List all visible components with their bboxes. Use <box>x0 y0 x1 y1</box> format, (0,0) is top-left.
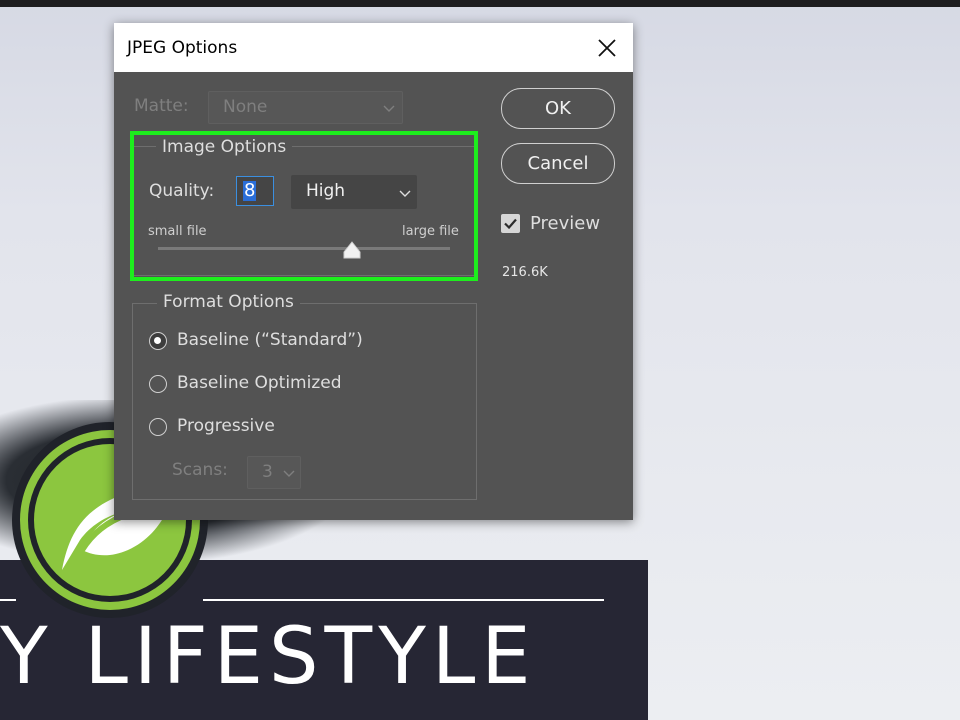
banner-text: Y LIFESTYLE <box>0 612 537 702</box>
banner-divider-right <box>203 599 604 601</box>
quality-input[interactable]: 8 <box>236 176 274 206</box>
progressive-label: Progressive <box>177 416 275 436</box>
top-bar <box>0 0 960 7</box>
baseline-optimized-radio[interactable] <box>149 375 167 393</box>
quality-label: Quality: <box>149 181 215 201</box>
quality-preset-value: High <box>306 181 346 201</box>
quality-slider-track[interactable] <box>158 247 450 250</box>
jpeg-options-dialog: JPEG Options Matte: None Image Options Q… <box>114 23 633 520</box>
quality-value: 8 <box>243 180 257 201</box>
chevron-down-icon <box>283 470 295 477</box>
preview-label: Preview <box>530 213 601 234</box>
large-file-label: large file <box>402 224 459 239</box>
format-options-legend: Format Options <box>157 292 300 312</box>
scans-label: Scans: <box>172 460 228 480</box>
image-options-legend: Image Options <box>156 137 293 157</box>
preview-checkbox[interactable] <box>501 214 520 233</box>
cancel-button[interactable]: Cancel <box>501 143 615 184</box>
baseline-optimized-label: Baseline Optimized <box>177 373 342 393</box>
quality-preset-select[interactable]: High <box>291 175 417 209</box>
ok-button[interactable]: OK <box>501 88 615 129</box>
dialog-titlebar: JPEG Options <box>114 23 633 72</box>
chevron-down-icon <box>383 105 395 112</box>
progressive-radio[interactable] <box>149 418 167 436</box>
file-size-readout: 216.6K <box>502 265 548 280</box>
chevron-down-icon <box>399 190 411 197</box>
small-file-label: small file <box>148 224 207 239</box>
matte-select: None <box>208 91 403 124</box>
scans-select: 3 <box>247 456 301 489</box>
close-icon[interactable] <box>592 33 622 63</box>
dialog-title: JPEG Options <box>127 38 238 58</box>
baseline-standard-label: Baseline (“Standard”) <box>177 330 363 350</box>
checkmark-icon <box>504 218 517 230</box>
matte-label: Matte: <box>134 96 189 116</box>
quality-slider-thumb[interactable] <box>342 241 362 259</box>
scans-value: 3 <box>262 462 273 482</box>
matte-value: None <box>223 97 268 117</box>
baseline-standard-radio[interactable] <box>149 332 167 350</box>
image-options-group <box>132 146 477 276</box>
